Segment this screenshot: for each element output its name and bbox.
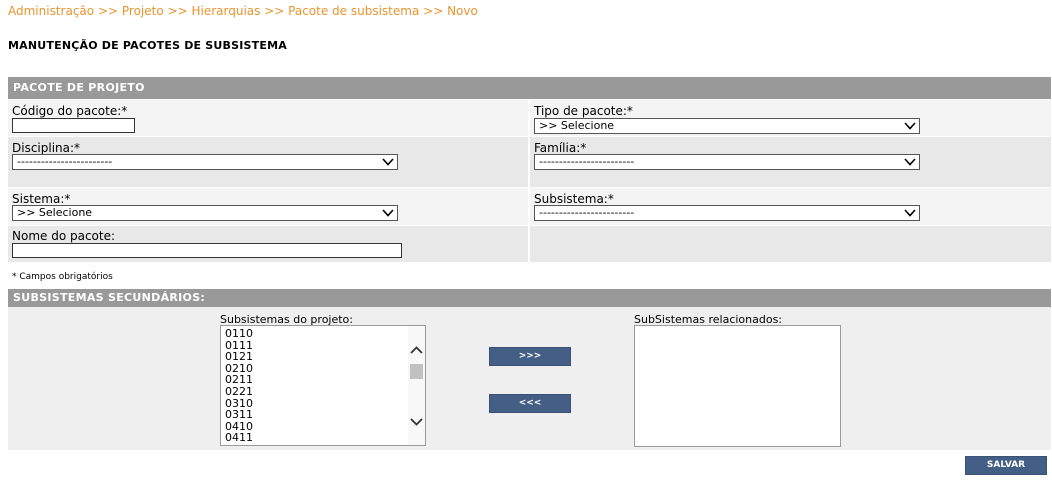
chevron-down-icon [904, 122, 916, 130]
chevron-down-icon [382, 209, 394, 217]
sistema-select-value: >> Selecione [17, 206, 93, 219]
form-row-disciplina-familia: Disciplina:* ------------------------ Fa… [8, 137, 1051, 187]
cell-subsistema: Subsistema:* ------------------------ [530, 188, 1051, 225]
breadcrumb-item-novo[interactable]: Novo [447, 4, 478, 18]
cell-codigo: Código do pacote:* [8, 100, 528, 136]
familia-label: Família:* [534, 141, 587, 155]
chevron-down-icon [904, 209, 916, 217]
remove-subsystem-button[interactable]: <<< [489, 394, 571, 413]
save-button[interactable]: SALVAR [965, 456, 1047, 475]
disciplina-label: Disciplina:* [12, 141, 81, 155]
subsistema-label: Subsistema:* [534, 192, 614, 206]
scroll-thumb[interactable] [410, 364, 423, 379]
list-item[interactable]: 0411 [221, 432, 408, 444]
chevron-down-icon [904, 158, 916, 166]
nome-label: Nome do pacote: [12, 229, 116, 243]
breadcrumb-item-pacote-de-subsistema[interactable]: Pacote de subsistema [288, 4, 419, 18]
tipo-select-value: >> Selecione [539, 119, 615, 132]
list-item[interactable]: 0110 [221, 328, 408, 340]
breadcrumb-separator: >> [97, 4, 119, 18]
familia-select[interactable]: ------------------------ [534, 154, 920, 170]
scroll-down-button[interactable] [408, 413, 425, 430]
disciplina-select-value: ------------------------ [17, 155, 113, 168]
sistema-select[interactable]: >> Selecione [12, 205, 398, 221]
chevron-down-icon [410, 418, 423, 426]
required-fields-note: * Campos obrigatórios [12, 272, 113, 282]
breadcrumb-separator: >> [264, 4, 285, 18]
cell-disciplina: Disciplina:* ------------------------ [8, 137, 528, 187]
cell-sistema: Sistema:* >> Selecione [8, 188, 528, 225]
add-subsystem-button[interactable]: >>> [489, 347, 571, 366]
breadcrumb-separator: >> [423, 4, 444, 18]
page-title: MANUTENÇÃO DE PACOTES DE SUBSISTEMA [8, 39, 287, 52]
breadcrumb-item-administracao[interactable]: Administração [8, 4, 94, 18]
cell-empty [530, 226, 1051, 262]
related-subsystems-list[interactable] [634, 325, 841, 447]
form-row-sistema-subsistema: Sistema:* >> Selecione Subsistema:* ----… [8, 188, 1051, 225]
codigo-label: Código do pacote:* [12, 104, 128, 118]
available-items-container: 0110 0111 0121 0210 0211 0221 0310 0311 0410 0411 [221, 328, 408, 444]
subsistema-select[interactable]: ------------------------ [534, 205, 920, 221]
codigo-input[interactable] [12, 118, 135, 133]
cell-familia: Família:* ------------------------ [530, 137, 1051, 187]
disciplina-select[interactable]: ------------------------ [12, 154, 398, 170]
available-subsystems-list[interactable]: 0110 0111 0121 0210 0211 0221 0310 0311 0410 0411 [220, 325, 426, 446]
familia-select-value: ------------------------ [539, 155, 635, 168]
cell-tipo: Tipo de pacote:* >> Selecione [530, 100, 1051, 136]
breadcrumb-item-hierarquias[interactable]: Hierarquias [191, 4, 260, 18]
form-row-codigo-tipo: Código do pacote:* Tipo de pacote:* >> S… [8, 100, 1051, 136]
breadcrumb: Administração >> Projeto >> Hierarquias … [8, 4, 478, 18]
tipo-label: Tipo de pacote:* [534, 104, 633, 118]
section-header-pacote-de-projeto: PACOTE DE PROJETO [8, 77, 1051, 99]
subsistemas-secundarios-panel: Subsistemas do projeto: 0110 0111 0121 0210… [8, 307, 1051, 450]
subsistema-select-value: ------------------------ [539, 206, 635, 219]
tipo-select[interactable]: >> Selecione [534, 118, 920, 134]
list-item[interactable]: 0311 [221, 409, 408, 421]
form-row-nome: Nome do pacote: [8, 226, 1051, 262]
section-header-subsistemas-secundarios: SUBSISTEMAS SECUNDÁRIOS: [8, 289, 1051, 307]
breadcrumb-item-projeto[interactable]: Projeto [122, 4, 164, 18]
chevron-down-icon [382, 158, 394, 166]
sistema-label: Sistema:* [12, 192, 71, 206]
list-item[interactable]: 0221 [221, 386, 408, 398]
nome-input[interactable] [12, 243, 402, 258]
available-list-scrollbar[interactable] [408, 326, 425, 445]
cell-nome: Nome do pacote: [8, 226, 528, 262]
scroll-up-button[interactable] [408, 342, 425, 359]
chevron-up-icon [410, 346, 423, 354]
breadcrumb-separator: >> [167, 4, 188, 18]
